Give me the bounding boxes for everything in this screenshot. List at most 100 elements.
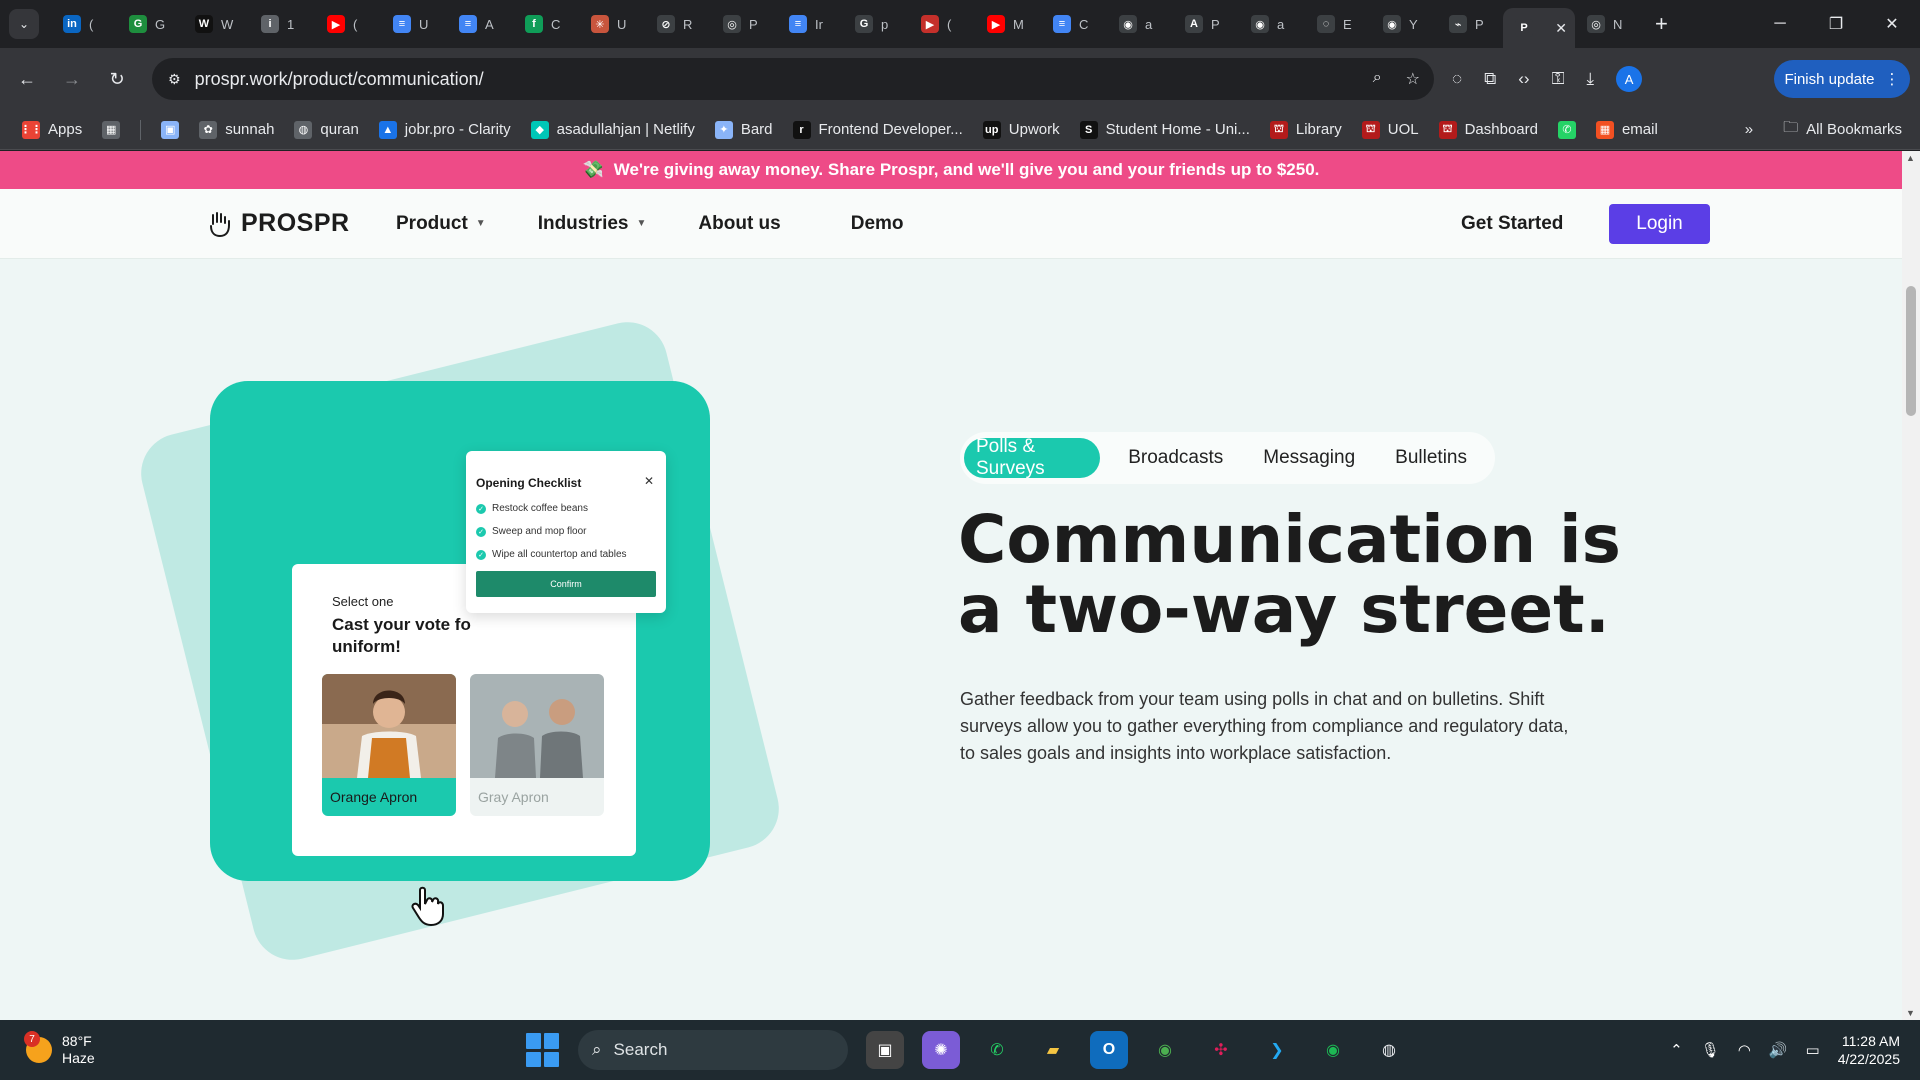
bookmark-item[interactable]: ⛫ UOL — [1361, 120, 1419, 139]
browser-tab[interactable]: ▶ M — [975, 7, 1041, 41]
more-bookmarks-icon[interactable]: » — [1745, 121, 1753, 138]
bookmark-item[interactable]: S Student Home - Uni... — [1079, 120, 1250, 139]
minimize-button[interactable]: ─ — [1752, 0, 1808, 48]
feature-tab[interactable]: Polls & Surveys — [964, 436, 1101, 479]
bookmark-item[interactable]: ⋮⋮ Apps — [20, 120, 82, 139]
profile-avatar[interactable]: A — [1616, 66, 1643, 92]
scrollbar-thumb[interactable] — [1906, 286, 1916, 416]
wifi-icon[interactable]: ◠ — [1738, 1041, 1751, 1059]
tray-chevron-icon[interactable]: ⌃ — [1670, 1041, 1683, 1059]
task-view-icon[interactable]: ▣ — [866, 1031, 904, 1069]
nav-product[interactable]: Product ▼ — [396, 213, 486, 235]
new-tab-button[interactable]: + — [1655, 11, 1668, 37]
bookmark-item[interactable]: r Frontend Developer... — [792, 120, 963, 139]
start-button[interactable] — [526, 1033, 560, 1067]
feature-tab[interactable]: Bulletins — [1383, 438, 1479, 478]
browser-tab[interactable]: ◌ E — [1305, 7, 1371, 41]
browser-tab[interactable]: AP — [1173, 7, 1239, 41]
volume-icon[interactable]: 🔊 — [1769, 1041, 1788, 1059]
password-key-icon[interactable]: ⚿ — [1552, 69, 1565, 89]
browser-tab[interactable]: ◉ Y — [1371, 7, 1437, 41]
browser-tab[interactable]: fC — [513, 7, 579, 41]
spotify-icon[interactable]: ◉ — [1314, 1031, 1352, 1069]
restore-button[interactable]: ❐ — [1808, 0, 1864, 48]
browser-tab[interactable]: ≡ Ir — [777, 7, 843, 41]
file-explorer-icon[interactable]: ▰ — [1034, 1031, 1072, 1069]
browser-tab[interactable]: P ✕ — [1503, 8, 1575, 48]
browser-tab[interactable]: i1 — [249, 7, 315, 41]
chrome-icon[interactable]: ◉ — [1146, 1031, 1184, 1069]
poll-option-gray-apron[interactable]: Gray Apron — [470, 674, 604, 816]
browser-tab[interactable]: ≡ U — [381, 7, 447, 41]
bookmark-star-icon[interactable]: ☆ — [1406, 69, 1420, 89]
address-bar[interactable]: ⚙ prospr.work/product/communication/ ⌕ ☆ — [152, 58, 1434, 100]
bookmark-item[interactable]: ✿ sunnah — [199, 120, 274, 139]
feature-tab[interactable]: Broadcasts — [1116, 438, 1235, 478]
browser-tab[interactable]: ≡ A — [447, 7, 513, 41]
github-desktop-icon[interactable]: ◍ — [1370, 1031, 1408, 1069]
browser-tab[interactable]: ✳ U — [579, 7, 645, 41]
forward-button[interactable]: → — [54, 61, 90, 97]
taskbar-search[interactable]: ⌕ Search — [578, 1030, 848, 1070]
browser-tab[interactable]: ◉ a — [1239, 7, 1305, 41]
clock[interactable]: 11:28 AM 4/22/2025 — [1838, 1032, 1900, 1068]
browser-tab[interactable]: ⌁ P — [1437, 7, 1503, 41]
url-text[interactable]: prospr.work/product/communication/ — [195, 69, 484, 90]
browser-tab[interactable]: ⊘ R — [645, 7, 711, 41]
weather-widget[interactable]: 7 88°F Haze — [24, 1031, 95, 1067]
poll-option-orange-apron[interactable]: Orange Apron — [322, 674, 456, 816]
close-icon[interactable]: ✕ — [644, 474, 654, 488]
browser-tab[interactable]: GG — [117, 7, 183, 41]
download-icon[interactable]: ⤓ — [1587, 69, 1595, 89]
nav-industries[interactable]: Industries ▼ — [538, 213, 647, 235]
whatsapp-icon[interactable]: ✆ — [978, 1031, 1016, 1069]
nav-about[interactable]: About us — [698, 213, 780, 235]
copilot-icon[interactable]: ✺ — [922, 1031, 960, 1069]
checklist-confirm-button[interactable]: Confirm — [476, 571, 656, 597]
vscode-icon[interactable]: ❯ — [1258, 1031, 1296, 1069]
browser-tab[interactable]: Gp — [843, 7, 909, 41]
bookmark-item[interactable]: ▣ — [161, 120, 180, 139]
extensions-icon[interactable]: ⧉ — [1484, 69, 1496, 89]
nav-demo[interactable]: Demo — [851, 213, 904, 235]
bookmark-item[interactable]: ⛫ Library — [1269, 120, 1342, 139]
get-started-link[interactable]: Get Started — [1461, 213, 1563, 235]
outlook-icon[interactable]: O — [1090, 1031, 1128, 1069]
checklist-item[interactable]: ✓ Sweep and mop floor — [476, 526, 587, 537]
bookmark-item[interactable]: ▦ email — [1595, 120, 1658, 139]
feature-tab[interactable]: Messaging — [1251, 438, 1367, 478]
browser-tab[interactable]: in ( — [51, 7, 117, 41]
checklist-item[interactable]: ✓ Wipe all countertop and tables — [476, 549, 627, 560]
bookmark-item[interactable]: ▦ — [102, 120, 121, 139]
scroll-up-icon[interactable]: ▲ — [1906, 153, 1915, 163]
scroll-down-icon[interactable]: ▼ — [1906, 1008, 1915, 1018]
back-button[interactable]: ← — [9, 61, 45, 97]
bookmark-item[interactable]: ◍ quran — [294, 120, 359, 139]
prospr-logo[interactable]: PROSPR — [207, 209, 350, 238]
sync-icon[interactable]: ◌ — [1452, 69, 1462, 89]
bookmark-item[interactable]: up Upwork — [982, 120, 1060, 139]
promo-banner[interactable]: 💸 We're giving away money. Share Prospr,… — [0, 151, 1902, 189]
all-bookmarks-button[interactable]: 🗀 All Bookmarks — [1783, 117, 1902, 142]
bookmark-item[interactable]: ⛫ Dashboard — [1438, 120, 1538, 139]
bookmark-item[interactable]: ✆ — [1557, 120, 1576, 139]
page-scrollbar[interactable]: ▲ ▼ — [1902, 151, 1920, 1020]
browser-tab[interactable]: ≡ C — [1041, 7, 1107, 41]
finish-update-button[interactable]: Finish update ⋮ — [1774, 60, 1910, 98]
devtools-icon[interactable]: ‹› — [1518, 69, 1529, 89]
tab-search-button[interactable]: ⌄ — [9, 9, 39, 39]
slack-icon[interactable]: ✣ — [1202, 1031, 1240, 1069]
browser-tab[interactable]: ◉ a — [1107, 7, 1173, 41]
browser-tab[interactable]: ▶( — [315, 7, 381, 41]
browser-tab[interactable]: WW — [183, 7, 249, 41]
bookmark-item[interactable]: ◆ asadullahjan | Netlify — [530, 120, 695, 139]
reload-button[interactable]: ↻ — [99, 61, 135, 97]
close-window-button[interactable]: ✕ — [1864, 0, 1920, 48]
browser-tab[interactable]: ◎ P — [711, 7, 777, 41]
login-button[interactable]: Login — [1609, 203, 1710, 244]
browser-tab[interactable]: ▶( — [909, 7, 975, 41]
site-settings-icon[interactable]: ⚙ — [168, 71, 181, 88]
close-tab-icon[interactable]: ✕ — [1555, 20, 1567, 37]
bookmark-item[interactable]: ▲ jobr.pro - Clarity — [378, 120, 511, 139]
checklist-item[interactable]: ✓ Restock coffee beans — [476, 503, 588, 514]
